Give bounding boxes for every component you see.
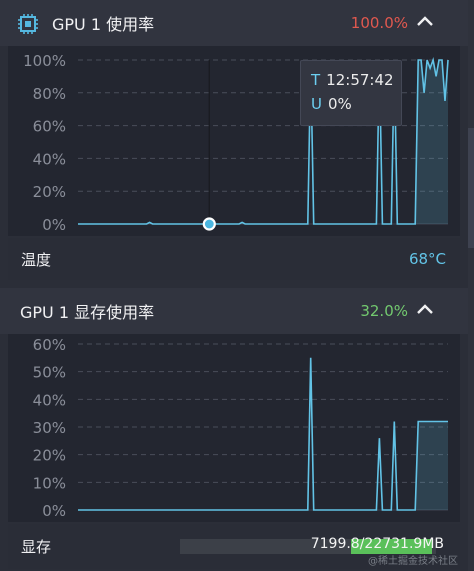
memory-text: 7199.8/22731.9MB [310, 536, 444, 552]
gpu-mem-chart-panel: 0% 10% 20% 30% 40% 50% 60% [8, 334, 460, 522]
y-tick-label: 80% [33, 85, 66, 103]
y-tick-label: 40% [33, 150, 66, 168]
y-tick-label: 60% [33, 336, 66, 354]
scrollbar-thumb[interactable] [468, 128, 474, 248]
series-line [78, 357, 448, 511]
series-area [415, 60, 448, 224]
y-tick-label: 30% [33, 419, 66, 437]
gpu-mem-chart: 0% 10% 20% 30% 40% 50% 60% [33, 336, 448, 520]
gpu-util-value: 100.0% [350, 14, 408, 32]
chart-tooltip: T 12:57:42 U 0% [300, 60, 402, 126]
temperature-label: 温度 [21, 250, 52, 269]
series-area [415, 421, 448, 510]
y-tick-label: 0% [42, 502, 66, 520]
y-tick-label: 0% [42, 216, 66, 234]
tooltip-time-key: T [311, 71, 321, 89]
tooltip-util: 0% [327, 95, 352, 113]
temperature-row: 温度 68°C [8, 238, 460, 280]
tooltip-util-key: U [311, 95, 322, 113]
gpu-mem-header[interactable]: GPU 1 显存使用率 32.0% [0, 288, 468, 334]
gpu-util-header[interactable]: GPU 1 使用率 100.0% [0, 0, 468, 46]
tooltip-time: 12:57:42 [326, 71, 394, 89]
gpu-mem-value: 32.0% [360, 302, 408, 320]
gpu-chip-icon [18, 14, 38, 34]
memory-label: 显存 [21, 538, 52, 556]
y-tick-label: 10% [33, 474, 66, 492]
scrollbar[interactable] [468, 0, 474, 571]
y-tick-label: 60% [33, 118, 66, 136]
y-tick-label: 40% [33, 391, 66, 409]
chevron-up-icon[interactable] [416, 14, 434, 28]
y-tick-label: 50% [33, 364, 66, 382]
y-tick-label: 20% [33, 183, 66, 201]
y-tick-label: 20% [33, 447, 66, 465]
watermark: @稀土掘金技术社区 [368, 556, 458, 567]
gpu-util-title: GPU 1 使用率 [52, 15, 155, 34]
temperature-value: 68°C [408, 250, 446, 268]
gpu-mem-title: GPU 1 显存使用率 [20, 303, 155, 322]
chevron-up-icon[interactable] [416, 302, 434, 316]
y-tick-label: 100% [23, 52, 66, 70]
hover-point [202, 217, 216, 231]
